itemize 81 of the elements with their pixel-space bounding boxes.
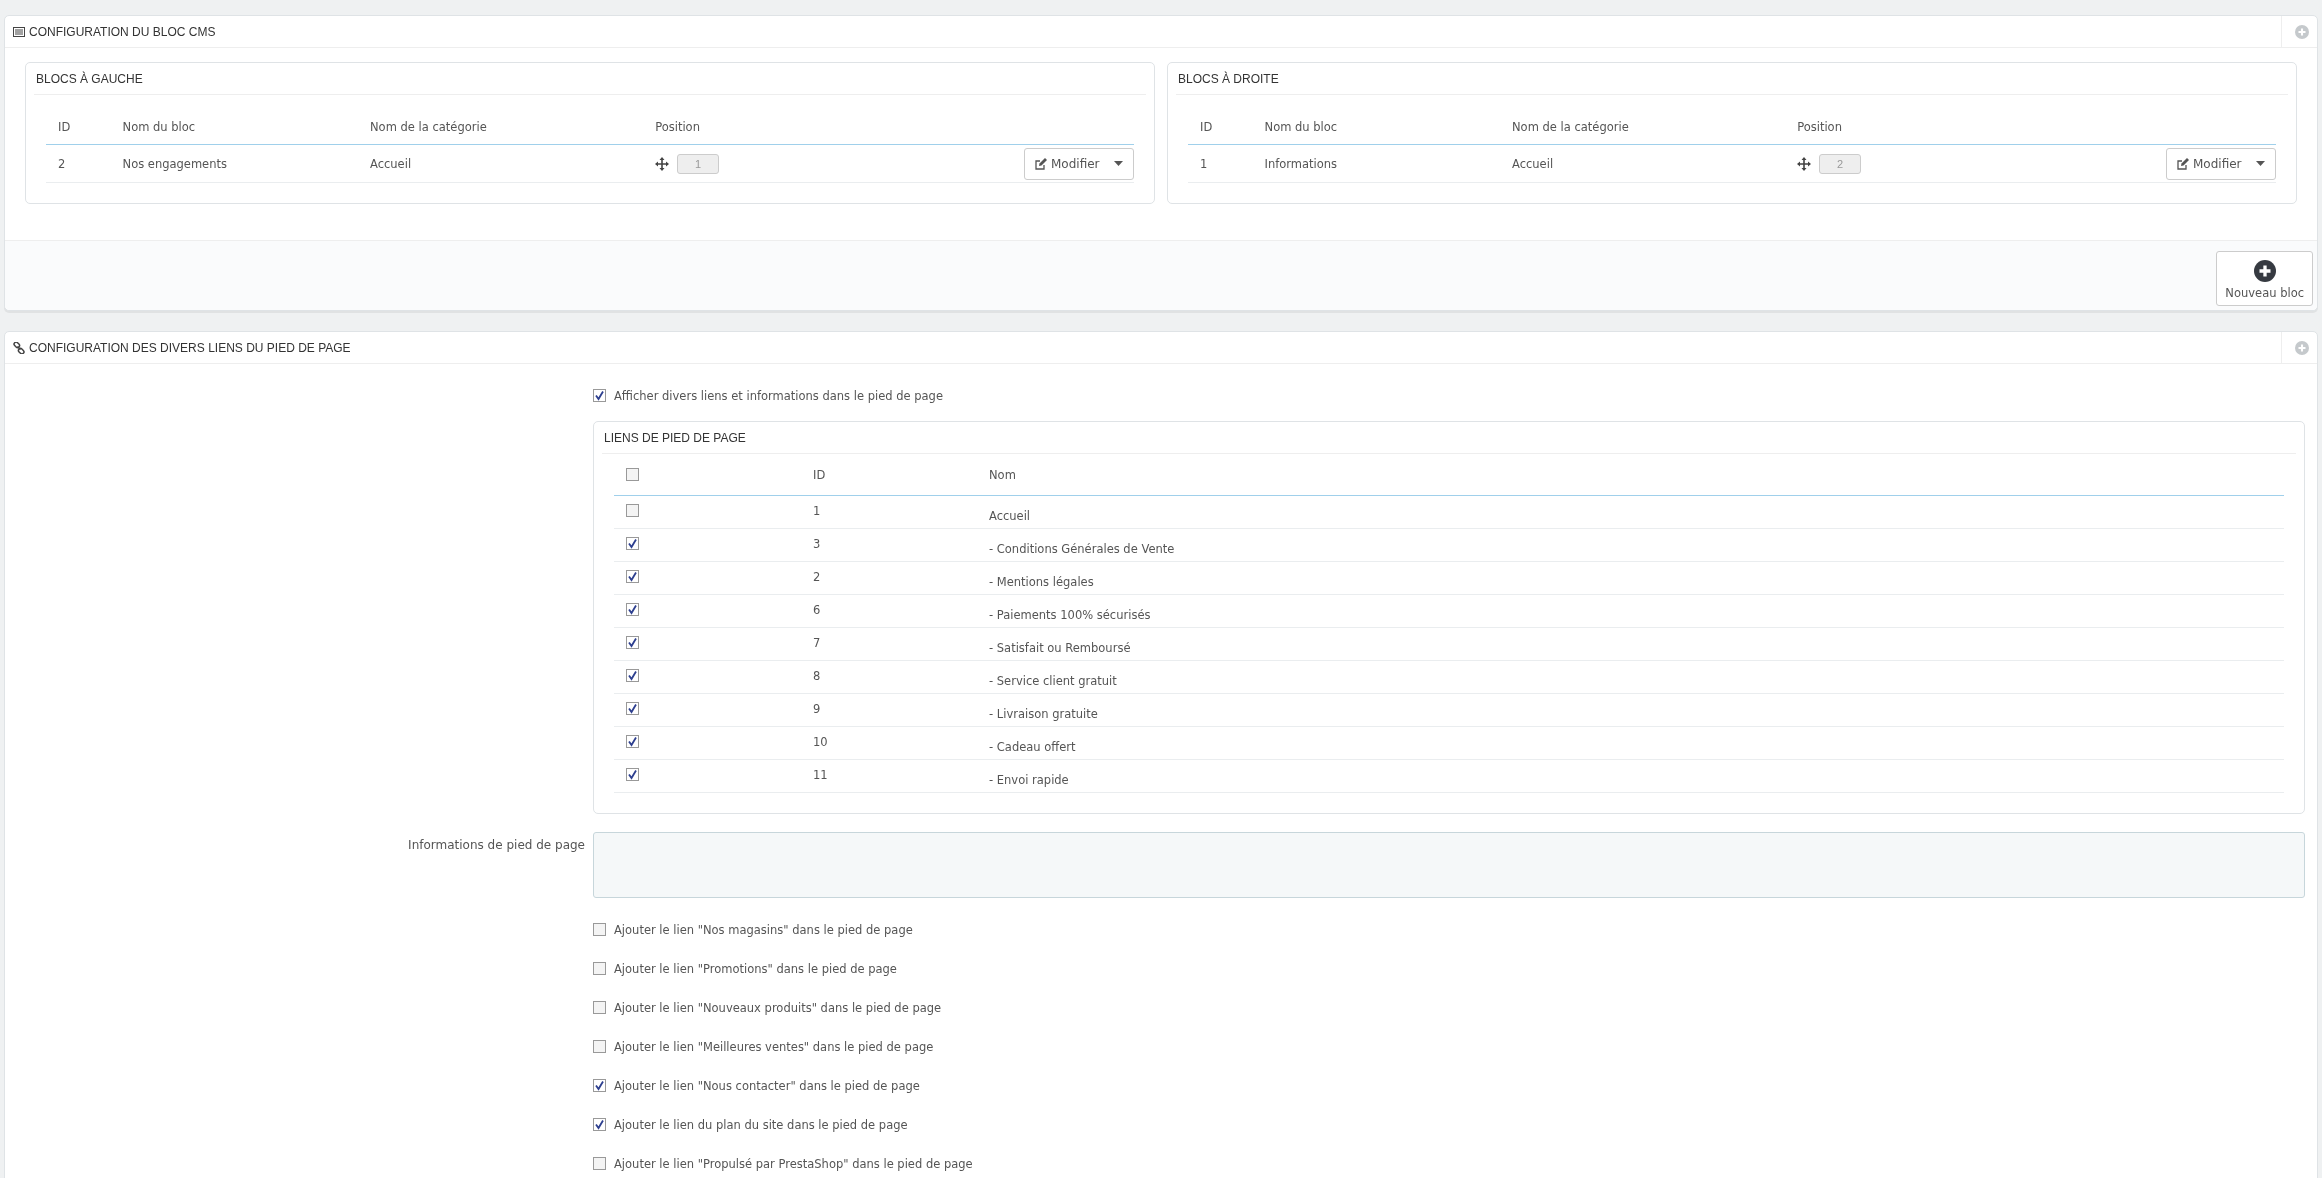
table-cell-text: - Satisfait ou Remboursé bbox=[989, 641, 1132, 657]
checkbox-label: Ajouter le lien "Nouveaux produits" dans le pied de page bbox=[614, 1000, 942, 1015]
checkbox-label: Ajouter le lien "Propulsé par PrestaShop" dans le pied de page bbox=[614, 1156, 973, 1171]
table-cell-text: 11 bbox=[813, 767, 829, 782]
checkbox[interactable] bbox=[626, 603, 639, 616]
table-cell-text: 10 bbox=[813, 734, 829, 749]
checkbox-label: Ajouter le lien "Promotions" dans le pied de page bbox=[614, 961, 897, 976]
checkbox[interactable] bbox=[593, 1079, 606, 1092]
checkbox[interactable] bbox=[626, 669, 639, 682]
plus-circle-icon bbox=[2295, 340, 2309, 355]
checkbox[interactable] bbox=[626, 468, 639, 481]
checkbox[interactable] bbox=[626, 768, 639, 781]
checkbox[interactable] bbox=[626, 735, 639, 748]
edit-icon bbox=[2177, 157, 2189, 170]
table-cell-text: - Cadeau offert bbox=[989, 740, 1077, 756]
checkbox[interactable] bbox=[593, 1118, 606, 1131]
table-cell-text: Accueil bbox=[370, 156, 413, 171]
new-block-button[interactable]: Nouveau bloc bbox=[2216, 251, 2313, 306]
table-cell-text: Informations bbox=[1264, 156, 1339, 171]
plus-circle-icon bbox=[2253, 260, 2276, 282]
checkbox[interactable] bbox=[626, 570, 639, 583]
checkbox[interactable] bbox=[593, 962, 606, 975]
checkbox-label: Ajouter le lien "Nous contacter" dans le pied de page bbox=[614, 1078, 920, 1093]
checkbox[interactable] bbox=[593, 389, 606, 402]
table-cell-text: 8 bbox=[813, 668, 822, 683]
checkbox[interactable] bbox=[626, 702, 639, 715]
move-icon[interactable] bbox=[1797, 156, 1812, 171]
table-cell-text: 1 bbox=[813, 503, 822, 518]
column-header: ID bbox=[58, 119, 72, 134]
table-cell-text: 7 bbox=[813, 635, 822, 650]
checkbox[interactable] bbox=[626, 636, 639, 649]
link-icon bbox=[13, 341, 25, 354]
column-header: Position bbox=[1797, 119, 1843, 134]
table-cell-text: - Envoi rapide bbox=[989, 773, 1070, 789]
blocks-title: BLOCS À GAUCHE bbox=[34, 63, 1146, 95]
column-header: Nom du bloc bbox=[1264, 119, 1339, 134]
field-label: Informations de pied de page bbox=[407, 837, 586, 854]
column-header: Nom de la catégorie bbox=[370, 119, 488, 134]
list-icon bbox=[13, 26, 25, 37]
column-header: ID bbox=[813, 467, 827, 482]
table-cell-text: Accueil bbox=[989, 509, 1032, 525]
column-header: Nom bbox=[989, 467, 1017, 482]
move-icon[interactable] bbox=[655, 156, 670, 171]
panel-title: CONFIGURATION DU BLOC CMS bbox=[29, 24, 217, 39]
table-cell-text: 9 bbox=[813, 701, 822, 716]
plus-circle-icon bbox=[2295, 24, 2309, 39]
checkbox[interactable] bbox=[593, 1157, 606, 1170]
links-table-title: LIENS DE PIED DE PAGE bbox=[602, 422, 2296, 454]
column-header: Position bbox=[655, 119, 701, 134]
table-cell-text: Nos engagements bbox=[122, 156, 228, 171]
checkbox[interactable] bbox=[593, 1040, 606, 1053]
column-header: ID bbox=[1200, 119, 1214, 134]
table-cell-text: 6 bbox=[813, 602, 822, 617]
table-cell-text: 1 bbox=[1200, 156, 1209, 171]
checkbox[interactable] bbox=[626, 537, 639, 550]
panel-title: CONFIGURATION DES DIVERS LIENS DU PIED DE PAGE bbox=[29, 340, 352, 355]
table-cell-text: Accueil bbox=[1512, 156, 1555, 171]
checkbox-label: Ajouter le lien "Nos magasins" dans le pied de page bbox=[614, 922, 913, 937]
column-header: Nom du bloc bbox=[122, 119, 197, 134]
checkbox[interactable] bbox=[593, 923, 606, 936]
blocks-title: BLOCS À DROITE bbox=[1176, 63, 2288, 95]
column-header: Nom de la catégorie bbox=[1512, 119, 1630, 134]
footer-info-field[interactable] bbox=[593, 832, 2305, 898]
table-cell-text: - Livraison gratuite bbox=[989, 707, 1099, 723]
table-cell-text: 2 bbox=[58, 156, 67, 171]
table-cell-text: - Service client gratuit bbox=[989, 674, 1118, 690]
modify-button[interactable]: Modifier bbox=[2166, 147, 2276, 180]
caret-icon bbox=[1114, 161, 1123, 166]
edit-icon bbox=[1035, 157, 1047, 170]
checkbox-label: Ajouter le lien du plan du site dans le pied de page bbox=[614, 1117, 908, 1132]
checkbox-label: Afficher divers liens et informations dans le pied de page bbox=[614, 388, 943, 403]
table-cell-text: - Paiements 100% sécurisés bbox=[989, 608, 1152, 624]
checkbox[interactable] bbox=[593, 1001, 606, 1014]
checkbox[interactable] bbox=[626, 504, 639, 517]
table-cell-text: - Mentions légales bbox=[989, 575, 1095, 591]
table-cell-text: 3 bbox=[813, 536, 822, 551]
table-cell-text: 2 bbox=[813, 569, 822, 584]
checkbox-label: Ajouter le lien "Meilleures ventes" dans le pied de page bbox=[614, 1039, 934, 1054]
modify-button[interactable]: Modifier bbox=[1024, 147, 1134, 180]
caret-icon bbox=[2256, 161, 2265, 166]
table-cell-text: - Conditions Générales de Vente bbox=[989, 542, 1176, 558]
